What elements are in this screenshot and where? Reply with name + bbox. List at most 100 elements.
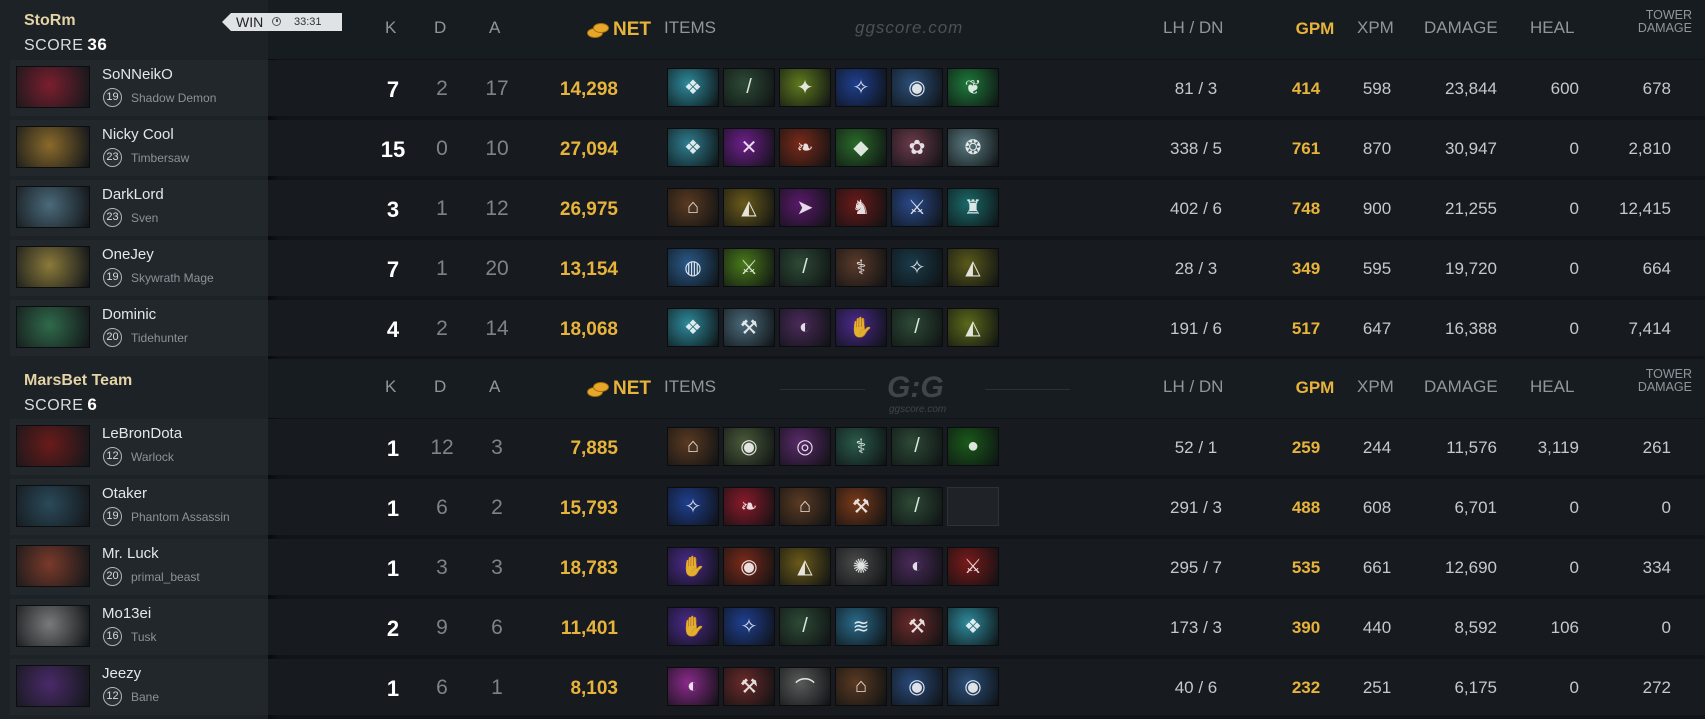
item-slot[interactable]: ⚔: [891, 188, 943, 227]
item-slot[interactable]: ⚔: [723, 248, 775, 287]
item-slot[interactable]: /: [779, 607, 831, 646]
team-name[interactable]: MarsBet Team: [24, 372, 132, 390]
item-slot[interactable]: ❂: [947, 128, 999, 167]
hero-portrait[interactable]: [16, 306, 90, 348]
item-slot[interactable]: ⌂: [667, 427, 719, 466]
item-slot[interactable]: ⚕: [835, 248, 887, 287]
item-slot[interactable]: /: [891, 427, 943, 466]
item-slot[interactable]: ◭: [947, 308, 999, 347]
item-slot[interactable]: ✋: [667, 547, 719, 586]
item-slot[interactable]: ⚒: [723, 667, 775, 706]
item-slot[interactable]: ◉: [891, 667, 943, 706]
hero-portrait[interactable]: [16, 126, 90, 168]
item-slot[interactable]: ♜: [947, 188, 999, 227]
item-slot[interactable]: ◉: [723, 547, 775, 586]
item-slot[interactable]: ♞: [835, 188, 887, 227]
team-name[interactable]: StoRm: [24, 12, 76, 30]
item-slot[interactable]: ❖: [667, 128, 719, 167]
player-name[interactable]: Mr. Luck: [102, 545, 159, 562]
item-slot[interactable]: ✧: [723, 607, 775, 646]
player-name[interactable]: Otaker: [102, 485, 147, 502]
item-slot[interactable]: /: [723, 68, 775, 107]
hero-portrait[interactable]: [16, 186, 90, 228]
player-name[interactable]: Jeezy: [102, 665, 141, 682]
player-row[interactable]: Mr. Luck 20 primal_beast 1 3 3 18,783 ✋ ◉ ◭ ✺ ◐ ⚔ 295…: [0, 539, 1705, 599]
item-slot[interactable]: ❧: [779, 128, 831, 167]
item-slot[interactable]: ⚕: [835, 427, 887, 466]
player-name[interactable]: Nicky Cool: [102, 126, 174, 143]
player-row[interactable]: OneJey 19 Skywrath Mage 7 1 20 13,154 ◍ ⚔ / ⚕ ✧ ◭ 28 …: [0, 240, 1705, 300]
item-slot[interactable]: ✺: [835, 547, 887, 586]
item-slot[interactable]: ✧: [667, 487, 719, 526]
item-slot[interactable]: ✿: [891, 128, 943, 167]
player-row[interactable]: Dominic 20 Tidehunter 4 2 14 18,068 ❖ ⚒ ◐ ✋ / ◭ 191 /…: [0, 300, 1705, 360]
item-slot[interactable]: ✦: [779, 68, 831, 107]
item-icon: ◉: [964, 675, 982, 698]
header-net: NET: [541, 378, 651, 400]
item-slot[interactable]: ✋: [835, 308, 887, 347]
player-name[interactable]: Dominic: [102, 306, 156, 323]
item-slot[interactable]: ⚒: [723, 308, 775, 347]
item-slot[interactable]: ⌂: [835, 667, 887, 706]
item-slot[interactable]: ⌂: [779, 487, 831, 526]
item-slot[interactable]: ✧: [891, 248, 943, 287]
item-slot[interactable]: ❦: [947, 68, 999, 107]
item-slot[interactable]: ◉: [891, 68, 943, 107]
item-slot[interactable]: ◍: [667, 248, 719, 287]
item-slot[interactable]: ❖: [667, 308, 719, 347]
item-slot[interactable]: ⚒: [891, 607, 943, 646]
item-slot[interactable]: ⚔: [947, 547, 999, 586]
item-slot[interactable]: ➤: [779, 188, 831, 227]
hero-portrait[interactable]: [16, 425, 90, 467]
player-row[interactable]: Jeezy 12 Bane 1 6 1 8,103 ◐ ⚒ ⌒ ⌂ ◉ ◉ 40 / 6 232 251 6,1…: [0, 659, 1705, 719]
hero-portrait[interactable]: [16, 605, 90, 647]
item-slot[interactable]: ⌒: [779, 667, 831, 706]
item-slot[interactable]: ≋: [835, 607, 887, 646]
player-row[interactable]: LeBronDota 12 Warlock 1 12 3 7,885 ⌂ ◉ ◎ ⚕ / ● 52 / 1…: [0, 419, 1705, 479]
hero-portrait[interactable]: [16, 545, 90, 587]
item-slot[interactable]: ◉: [947, 667, 999, 706]
item-slot[interactable]: ❧: [723, 487, 775, 526]
item-slot[interactable]: ●: [947, 427, 999, 466]
gpm-value: 748: [1291, 199, 1321, 218]
item-slot[interactable]: ❖: [667, 68, 719, 107]
item-slot[interactable]: ◭: [779, 547, 831, 586]
player-name[interactable]: Mo13ei: [102, 605, 151, 622]
player-name[interactable]: SoNNeikO: [102, 66, 173, 83]
item-slot[interactable]: ◐: [667, 667, 719, 706]
item-slot[interactable]: ◉: [723, 427, 775, 466]
player-name[interactable]: LeBronDota: [102, 425, 182, 442]
item-slot[interactable]: ❖: [947, 607, 999, 646]
item-slot[interactable]: ◐: [779, 308, 831, 347]
player-row[interactable]: DarkLord 23 Sven 3 1 12 26,975 ⌂ ◭ ➤ ♞ ⚔ ♜ 402 / 6 748…: [0, 180, 1705, 240]
team-dire-section: MarsBet Team SCORE 6 K D A NET ITEMS G:G …: [0, 359, 1705, 718]
result-label: WIN: [236, 14, 264, 30]
item-slot[interactable]: ◎: [779, 427, 831, 466]
player-row[interactable]: SoNNeikO 19 Shadow Demon 7 2 17 14,298 ❖ / ✦ ✧ ◉ ❦ 81…: [0, 60, 1705, 120]
hero-portrait[interactable]: [16, 246, 90, 288]
score-value: 36: [87, 35, 108, 54]
player-row[interactable]: Otaker 19 Phantom Assassin 1 6 2 15,793 ✧ ❧ ⌂ ⚒/29…: [0, 479, 1705, 539]
item-slot[interactable]: ◆: [835, 128, 887, 167]
last-hits-denies: 40 / 6: [1174, 678, 1218, 697]
item-slot[interactable]: ✧: [835, 68, 887, 107]
item-slot[interactable]: ◭: [947, 248, 999, 287]
item-slot[interactable]: /: [891, 487, 943, 526]
hero-portrait[interactable]: [16, 66, 90, 108]
damage-value: 23,844: [1445, 79, 1497, 98]
item-slot[interactable]: /: [779, 248, 831, 287]
item-slot[interactable]: ◭: [723, 188, 775, 227]
item-slot[interactable]: ◐: [891, 547, 943, 586]
header-kills: K: [385, 377, 397, 396]
player-row[interactable]: Mo13ei 16 Tusk 2 9 6 11,401 ✋ ✧ / ≋ ⚒ ❖ 173 / 3 390 440…: [0, 599, 1705, 659]
item-slot[interactable]: ⌂: [667, 188, 719, 227]
item-slot[interactable]: ⚒: [835, 487, 887, 526]
player-row[interactable]: Nicky Cool 23 Timbersaw 15 0 10 27,094 ❖ ✕ ❧ ◆ ✿ ❂ 33…: [0, 120, 1705, 180]
hero-portrait[interactable]: [16, 665, 90, 707]
player-name[interactable]: OneJey: [102, 246, 154, 263]
item-slot[interactable]: /: [891, 308, 943, 347]
item-slot[interactable]: ✕: [723, 128, 775, 167]
player-name[interactable]: DarkLord: [102, 186, 164, 203]
hero-portrait[interactable]: [16, 485, 90, 527]
item-slot[interactable]: ✋: [667, 607, 719, 646]
